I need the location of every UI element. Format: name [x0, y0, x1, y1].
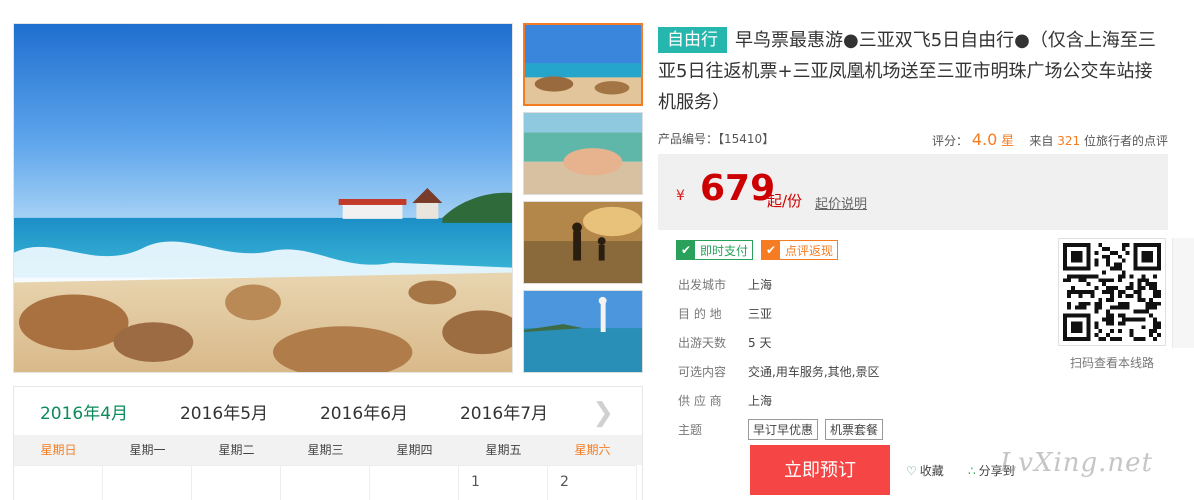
product-title-block: 自由行 早鸟票最惠游●三亚双飞5日自由行●（仅含上海至三亚5日往返机票+三亚凤凰机…: [658, 25, 1168, 118]
badge-review-cashback: ✔ 点评返现: [761, 240, 839, 260]
theme-tag[interactable]: 机票套餐: [825, 419, 884, 440]
info-label: 主题: [678, 423, 703, 437]
tab-month-4[interactable]: 2016年7月: [434, 399, 574, 424]
calendar-month-tabs: 2016年4月 2016年5月 2016年6月 2016年7月 ❯: [14, 387, 642, 435]
weekday-sun: 星期日: [40, 443, 77, 457]
calendar-days-row: 1 2: [14, 465, 642, 500]
share-icon: ∴: [968, 464, 976, 478]
theme-tag[interactable]: 早订早优惠: [748, 419, 819, 440]
rating-unit: 星: [1001, 134, 1015, 149]
info-row-theme: 主题 早订早优惠 机票套餐: [678, 415, 890, 444]
thumbnail-4[interactable]: [523, 290, 643, 373]
guanyin-statue-coast-thumb: [524, 291, 642, 372]
price-note-link[interactable]: 起价说明: [815, 193, 867, 212]
service-badges: ✔ 即时支付 ✔ 点评返现: [676, 240, 839, 260]
calendar-day: [281, 465, 370, 500]
thumbnail-2[interactable]: [523, 112, 643, 195]
badge-instant-pay: ✔ 即时支付: [676, 240, 754, 260]
info-label: 供 应 商: [678, 394, 722, 408]
info-label: 可选内容: [678, 365, 727, 379]
qr-caption: 扫码查看本线路: [1069, 356, 1154, 370]
info-label: 出发城市: [678, 278, 727, 292]
product-info-list: 出发城市 上海 目 的 地 三亚 出游天数 5 天 可选内容 交通,用车服务,其…: [678, 270, 890, 444]
product-code: 【15410】: [718, 132, 775, 146]
hand-with-sand-thumb: [524, 113, 642, 194]
badge-label: 点评返现: [785, 243, 834, 258]
check-icon: ✔: [677, 241, 695, 259]
info-value: 三亚: [748, 307, 773, 321]
site-watermark: LvXing.net: [1000, 448, 1154, 478]
info-row-supplier: 供 应 商 上海: [678, 386, 890, 415]
info-row-departure: 出发城市 上海: [678, 270, 890, 299]
calendar-day: [103, 465, 192, 500]
qr-code-image: [1063, 243, 1161, 341]
heart-icon: ♡: [906, 464, 917, 478]
weekday-wed: 星期三: [307, 443, 344, 457]
info-value: 上海: [748, 394, 773, 408]
favorite-button[interactable]: ♡ 收藏: [906, 462, 944, 479]
side-toolbar-edge: [1172, 238, 1194, 348]
review-suffix: 位旅行者的点评: [1083, 134, 1168, 148]
price-currency: ¥: [676, 188, 685, 204]
rating-block: 评分： 4.0 星 来自 321 位旅行者的点评: [932, 130, 1168, 149]
weekday-tue: 星期二: [218, 443, 255, 457]
price-unit: 起/份: [767, 192, 803, 210]
product-code-label: 产品编号：: [658, 132, 719, 146]
rating-score: 4.0: [971, 130, 998, 149]
book-now-button[interactable]: 立即预订: [750, 445, 890, 495]
tab-month-1[interactable]: 2016年4月: [14, 399, 154, 424]
check-icon: ✔: [762, 241, 781, 259]
info-value: 交通,用车服务,其他,景区: [748, 365, 880, 379]
info-row-destination: 目 的 地 三亚: [678, 299, 890, 328]
review-prefix: 来自: [1029, 134, 1054, 148]
review-count[interactable]: 321: [1057, 134, 1080, 148]
weekday-mon: 星期一: [129, 443, 166, 457]
favorite-label: 收藏: [919, 464, 944, 478]
chevron-right-icon[interactable]: ❯: [592, 398, 614, 428]
calendar-day[interactable]: 2: [548, 465, 637, 500]
tab-month-2[interactable]: 2016年5月: [154, 399, 294, 424]
weekday-sat: 星期六: [574, 443, 611, 457]
info-row-days: 出游天数 5 天: [678, 328, 890, 357]
weekday-fri: 星期五: [485, 443, 522, 457]
info-label: 目 的 地: [678, 307, 722, 321]
rating-label: 评分：: [932, 134, 969, 148]
product-title: 早鸟票最惠游●三亚双飞5日自由行●（仅含上海至三亚5日往返机票+三亚凤凰机场送至…: [658, 30, 1156, 113]
info-label: 出游天数: [678, 336, 727, 350]
info-value: 5 天: [748, 336, 772, 350]
price-calendar: 2016年4月 2016年5月 2016年6月 2016年7月 ❯ 星期日 星期…: [13, 386, 643, 500]
beach-rocks-thumb: [525, 25, 641, 104]
info-value: 上海: [748, 278, 773, 292]
price-box: ¥ 679 起/份 起价说明: [658, 154, 1168, 230]
qr-code: [1058, 238, 1166, 346]
calendar-day[interactable]: 1: [459, 465, 548, 500]
main-photo: [13, 23, 513, 373]
calendar-day: [192, 465, 281, 500]
sunset-silhouettes-thumb: [524, 202, 642, 283]
thumbnail-3[interactable]: [523, 201, 643, 284]
calendar-day: [370, 465, 459, 500]
badge-label: 即时支付: [700, 243, 749, 258]
calendar-weekday-header: 星期日 星期一 星期二 星期三 星期四 星期五 星期六: [14, 435, 642, 465]
price-amount: 679: [700, 168, 776, 209]
beach-photo-image: [14, 24, 512, 372]
weekday-thu: 星期四: [396, 443, 433, 457]
info-row-options: 可选内容 交通,用车服务,其他,景区: [678, 357, 890, 386]
tab-month-3[interactable]: 2016年6月: [294, 399, 434, 424]
product-meta: 产品编号：【15410】 评分： 4.0 星 来自 321 位旅行者的点评: [658, 130, 1168, 150]
thumbnail-strip: [523, 23, 643, 379]
thumbnail-1[interactable]: [523, 23, 643, 106]
calendar-day: [14, 465, 103, 500]
tag-free-travel: 自由行: [658, 27, 727, 53]
